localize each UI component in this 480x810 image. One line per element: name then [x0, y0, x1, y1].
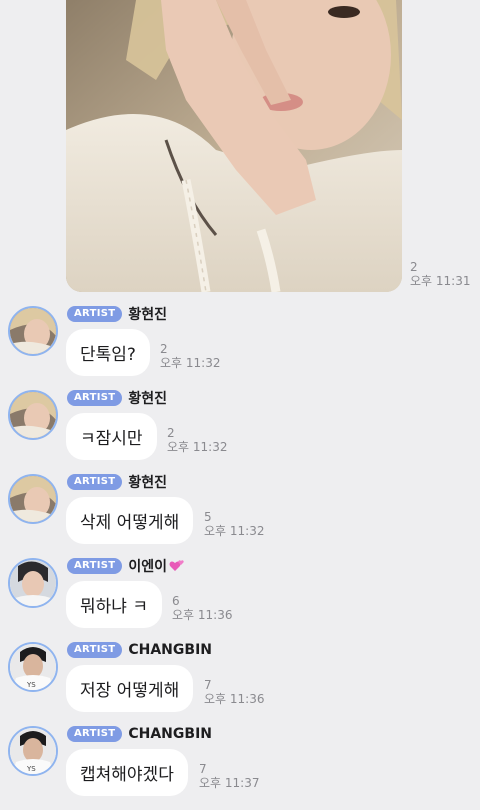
- message-bubble[interactable]: 캡쳐해야겠다: [66, 749, 188, 796]
- message-meta: 2 오후 11:32: [167, 426, 228, 455]
- read-count: 6: [172, 594, 180, 608]
- read-count: 5: [204, 510, 212, 524]
- artist-badge: ARTIST: [67, 726, 123, 742]
- message-bubble[interactable]: 뭐하냐 ㅋ: [66, 581, 162, 628]
- message-time: 오후 11:37: [199, 775, 260, 790]
- svg-text:YS: YS: [26, 681, 36, 689]
- message-time: 오후 11:32: [167, 439, 228, 454]
- message-time: 오후 11:36: [204, 691, 265, 706]
- message-bubble[interactable]: 단톡임?: [66, 329, 150, 376]
- chat-message: ARTIST 이엔이 뭐하냐 ㅋ 6 오후 11:36: [0, 558, 480, 642]
- photo-message[interactable]: [66, 0, 402, 292]
- message-time: 오후 11:31: [410, 273, 471, 288]
- avatar[interactable]: [8, 306, 58, 356]
- chat-message: ARTIST 황현진 ㅋ잠시만 2 오후 11:32: [0, 390, 480, 474]
- chat-message: ARTIST 황현진 단톡임? 2 오후 11:32: [0, 306, 480, 390]
- sender-name: 황현진: [128, 307, 167, 323]
- artist-badge: ARTIST: [67, 306, 123, 322]
- read-count: 2: [167, 426, 175, 440]
- chat-message: YS ARTIST CHANGBIN 캡쳐해야겠다 7 오후 11:37: [0, 726, 480, 810]
- avatar[interactable]: [8, 390, 58, 440]
- sender-name: 황현진: [128, 475, 167, 491]
- svg-text:YS: YS: [26, 765, 36, 773]
- message-time: 오후 11:32: [160, 355, 221, 370]
- sender-name: 이엔이: [128, 559, 167, 575]
- avatar[interactable]: YS: [8, 642, 58, 692]
- message-meta: 5 오후 11:32: [204, 510, 265, 539]
- read-count: 2: [160, 342, 168, 356]
- avatar[interactable]: [8, 558, 58, 608]
- message-bubble[interactable]: ㅋ잠시만: [66, 413, 157, 460]
- message-bubble[interactable]: 삭제 어떻게해: [66, 497, 194, 544]
- read-count: 7: [204, 678, 212, 692]
- two-hearts-icon: [169, 560, 184, 571]
- read-count: 2: [410, 260, 418, 274]
- message-meta: 7 오후 11:37: [199, 762, 260, 791]
- avatar[interactable]: YS: [8, 726, 58, 776]
- sender-name: CHANGBIN: [128, 642, 212, 658]
- message-time: 오후 11:32: [204, 523, 265, 538]
- artist-badge: ARTIST: [67, 474, 123, 490]
- avatar[interactable]: [8, 474, 58, 524]
- artist-badge: ARTIST: [67, 390, 123, 406]
- message-meta: 6 오후 11:36: [172, 594, 233, 623]
- photo-message-meta: 2 오후 11:31: [410, 260, 471, 289]
- artist-badge: ARTIST: [67, 558, 123, 574]
- sender-name: 황현진: [128, 391, 167, 407]
- message-meta: 2 오후 11:32: [160, 342, 221, 371]
- photo-image: [66, 0, 402, 292]
- sender-name: CHANGBIN: [128, 726, 212, 742]
- message-time: 오후 11:36: [172, 607, 233, 622]
- artist-badge: ARTIST: [67, 642, 123, 658]
- message-bubble[interactable]: 저장 어떻게해: [66, 665, 194, 712]
- message-meta: 7 오후 11:36: [204, 678, 265, 707]
- chat-message: ARTIST 황현진 삭제 어떻게해 5 오후 11:32: [0, 474, 480, 558]
- chat-message: YS ARTIST CHANGBIN 저장 어떻게해 7 오후 11:36: [0, 642, 480, 726]
- read-count: 7: [199, 762, 207, 776]
